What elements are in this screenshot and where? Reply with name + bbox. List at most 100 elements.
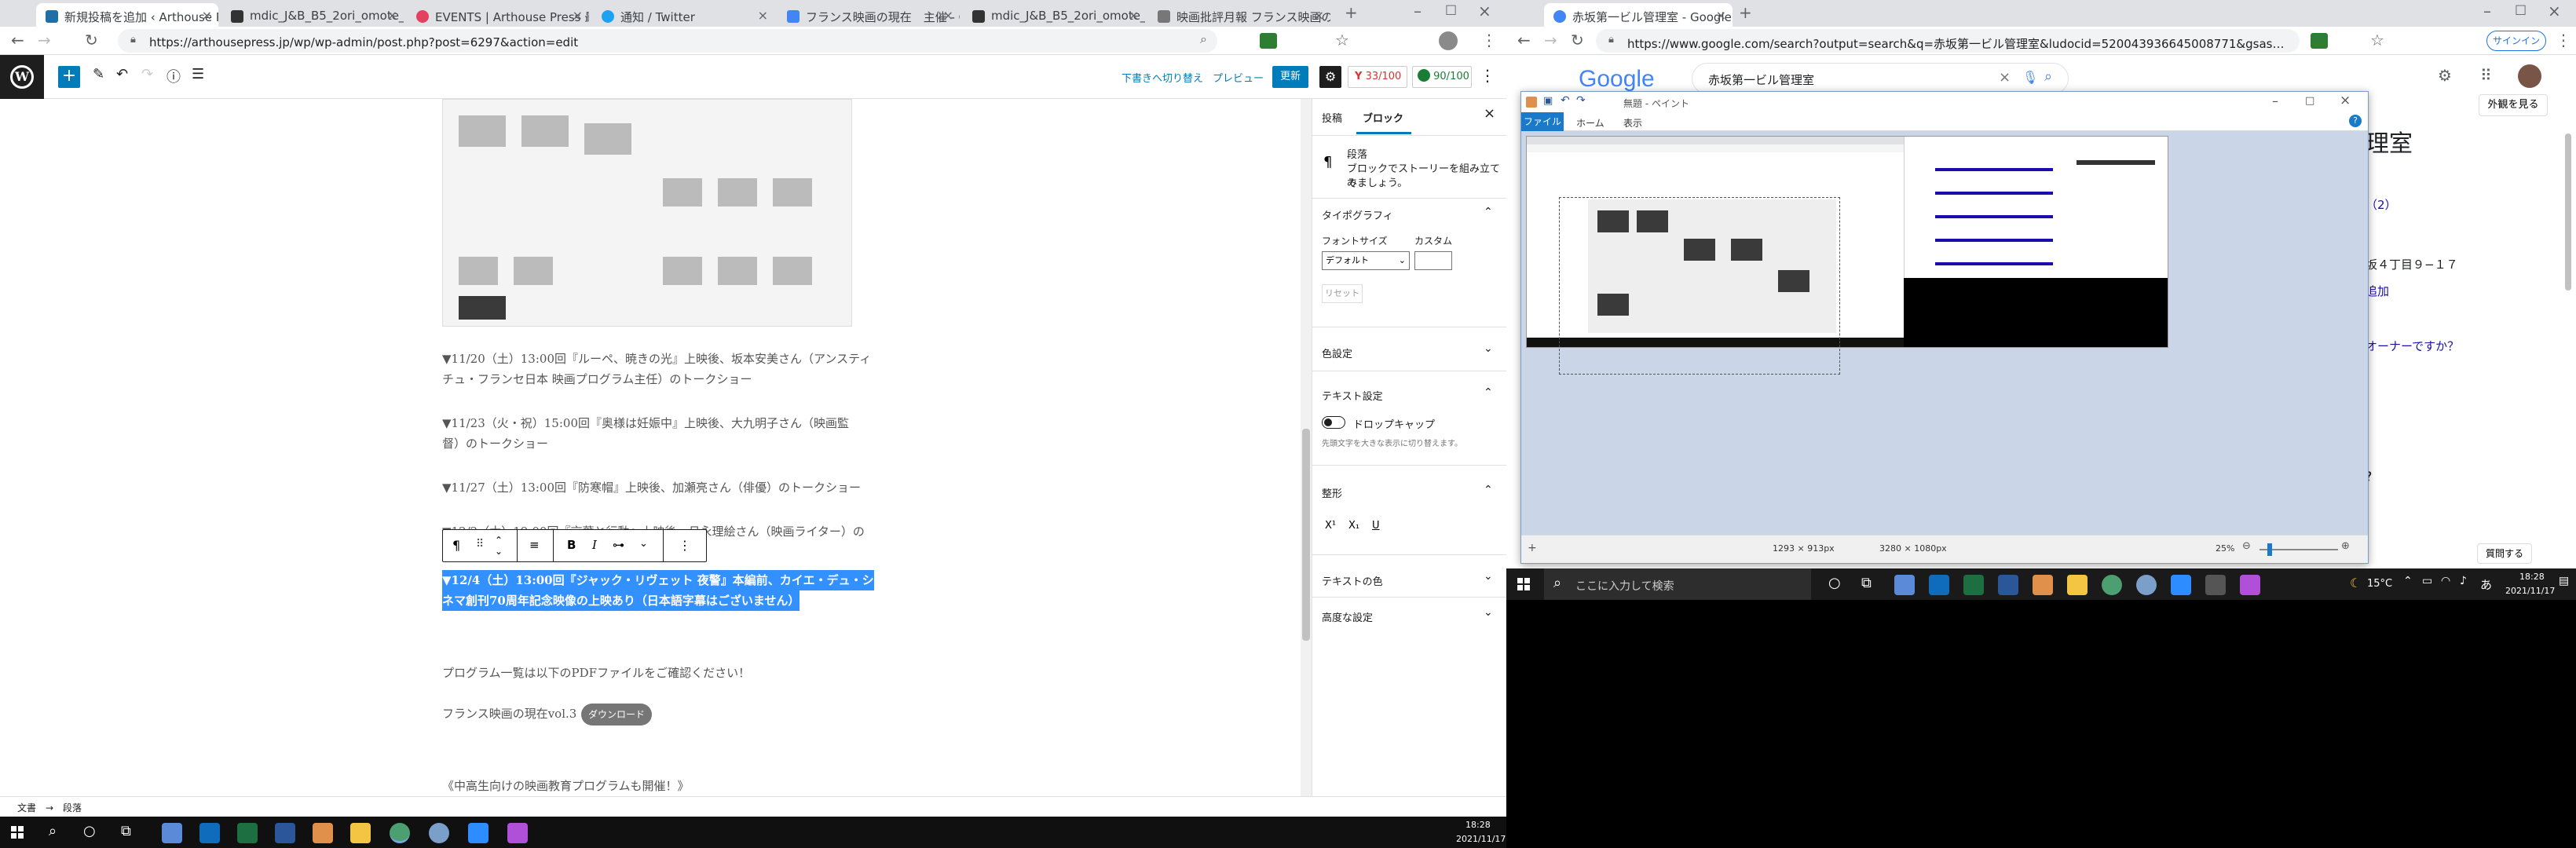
more-formats-chevron-down-icon[interactable]: ⌄ [639,538,648,550]
add-icon[interactable]: + [1528,542,1537,554]
underline-icon[interactable]: U [1372,520,1380,532]
seo-score-badge[interactable]: Y 33/100 [1348,66,1407,88]
close-icon[interactable]: × [573,8,583,23]
back-icon[interactable]: ← [11,31,24,49]
event-line-4[interactable]: 督）のトークショー [442,433,548,454]
text-settings-panel-toggle[interactable]: テキスト設定 [1322,388,1383,403]
zoom-out-icon[interactable]: ⊖ [2242,540,2251,552]
program-line[interactable]: プログラム一覧は以下のPDFファイルをご確認ください！ [442,663,750,683]
redo-icon[interactable]: ↷ [141,66,153,82]
mail-icon[interactable] [2205,575,2226,595]
zoom-in-icon[interactable]: ⊕ [2341,540,2350,552]
bookmark-star-icon[interactable]: ☆ [1335,31,1349,49]
window-close-icon[interactable]: × [2548,2,2561,20]
explorer-icon[interactable] [2067,575,2088,595]
taskbar-search-box[interactable]: ⌕ ここに入力して検索 [1544,568,1811,600]
pencil-tool-icon[interactable]: ✎ [93,66,104,82]
wordpress-logo-icon[interactable]: W [0,55,44,99]
tab-google-search[interactable]: フランス映画の現在 主催 - Googl…× [778,3,960,27]
window-close-icon[interactable]: × [1478,2,1491,20]
custom-size-input[interactable] [1414,251,1452,270]
ime-indicator[interactable]: あ [2480,576,2492,593]
advanced-panel-toggle[interactable]: 高度な設定 [1322,609,1373,624]
media-icon[interactable] [507,823,528,843]
editor-scrollbar[interactable] [1301,99,1312,796]
explorer-icon[interactable] [350,823,371,843]
close-icon[interactable]: × [1716,8,1726,23]
update-button[interactable]: 更新 [1272,66,1308,88]
move-up-down-icon[interactable]: ⌃ ⌄ [495,535,503,557]
tab-wordpress[interactable]: 新規投稿を追加 ‹ Arthouse Press× [36,3,218,27]
selected-paragraph[interactable]: ▼12/4（土）13:00回『ジャック・リヴェット 夜警』本編前、カイエ・デュ・… [442,570,874,611]
zoom-icon[interactable] [468,823,488,843]
chevron-down-icon[interactable]: ⌄ [1484,342,1493,355]
menu-dots-icon[interactable]: ⋮ [2556,31,2571,49]
add-block-button[interactable]: + [58,66,80,88]
volume-icon[interactable]: ♪ [2460,575,2467,587]
align-icon[interactable]: ≡ [529,538,540,552]
italic-icon[interactable]: I [592,538,597,552]
media-icon[interactable] [2240,575,2260,595]
chrome-icon[interactable] [390,823,410,843]
settings-gear-icon[interactable]: ⚙ [2438,66,2452,85]
info-icon[interactable]: ⓘ [166,66,181,86]
close-sidebar-icon[interactable]: × [1484,105,1495,122]
paint-file-tab[interactable]: ファイル [1521,112,1564,131]
task-view-icon[interactable]: ⧉ [121,823,131,839]
close-icon[interactable]: × [1314,8,1324,23]
clear-icon[interactable]: × [1999,69,2011,86]
drop-cap-toggle[interactable] [1322,416,1345,429]
close-icon[interactable]: × [758,8,768,23]
reload-icon[interactable]: ↻ [1571,31,1584,49]
clock-date[interactable]: 2021/11/17 [2505,586,2555,596]
reset-button[interactable]: リセット [1322,284,1363,303]
close-icon[interactable]: × [387,8,397,23]
view-outside-button[interactable]: 外観を見る [2479,94,2548,116]
excel-icon[interactable] [1963,575,1984,595]
download-button[interactable]: ダウンロード [581,704,652,726]
app-icon[interactable] [162,823,182,843]
help-icon[interactable]: ? [2349,115,2362,127]
search-icon[interactable]: ⌕ [2044,68,2052,85]
preview-button[interactable]: プレビュー [1213,70,1264,85]
tab-twitter[interactable]: 通知 / Twitter × [592,3,774,27]
maximize-icon[interactable]: □ [2515,2,2527,16]
minimize-icon[interactable]: – [2483,2,2491,20]
font-size-select[interactable]: デフォルト ⌄ [1322,251,1410,270]
chevron-down-icon[interactable]: ⌄ [1484,606,1493,619]
event-line-2[interactable]: チュ・フランセ日本 映画プログラム主任）のトークショー [442,369,752,389]
options-dots-icon[interactable]: ⋮ [1480,66,1495,85]
excel-icon[interactable] [237,823,258,843]
text-color-panel-toggle[interactable]: テキストの色 [1322,573,1383,588]
block-options-icon[interactable]: ⋮ [679,538,691,553]
outlook-icon[interactable] [199,823,220,843]
bold-icon[interactable]: B [567,538,576,552]
list-view-icon[interactable]: ☰ [192,66,204,82]
page-scrollbar[interactable] [2565,133,2571,291]
maximize-icon[interactable]: □ [1445,2,1457,16]
chevron-up-icon[interactable]: ⌃ [1484,206,1493,218]
reload-icon[interactable]: ↻ [85,31,98,49]
ask-question-button[interactable]: 質問する [2477,543,2532,564]
mic-icon[interactable]: 🎙︎ [2022,70,2038,85]
minimize-icon[interactable]: – [1414,2,1422,20]
task-view-icon[interactable]: ⧉ [1861,575,1872,591]
maximize-icon[interactable]: □ [2305,95,2314,107]
chrome-icon[interactable] [2102,575,2122,595]
close-icon[interactable]: × [202,8,212,23]
app-icon[interactable] [1894,575,1915,595]
new-tab-icon[interactable]: + [1739,3,1752,22]
paint-home-tab[interactable]: ホーム [1576,116,1605,130]
cortana-icon[interactable]: ○ [1828,575,1841,591]
link-icon[interactable]: ⊶ [613,538,624,552]
chrome-2-icon[interactable] [2136,575,2157,595]
paint-canvas-area[interactable] [1521,131,2368,535]
format-panel-toggle[interactable]: 整形 [1322,485,1342,500]
chevron-down-icon[interactable]: ⌄ [1484,570,1493,583]
weather-temp[interactable]: 15°C [2367,578,2392,590]
close-icon[interactable]: × [1129,8,1139,23]
signin-button[interactable]: サインイン [2486,31,2546,51]
tab-mdic-1[interactable]: mdic_J&B_B5_2ori_omote_1022…× [221,3,404,27]
clock-time[interactable]: 18:28 [1465,820,1491,830]
paint-icon[interactable] [2033,575,2053,595]
